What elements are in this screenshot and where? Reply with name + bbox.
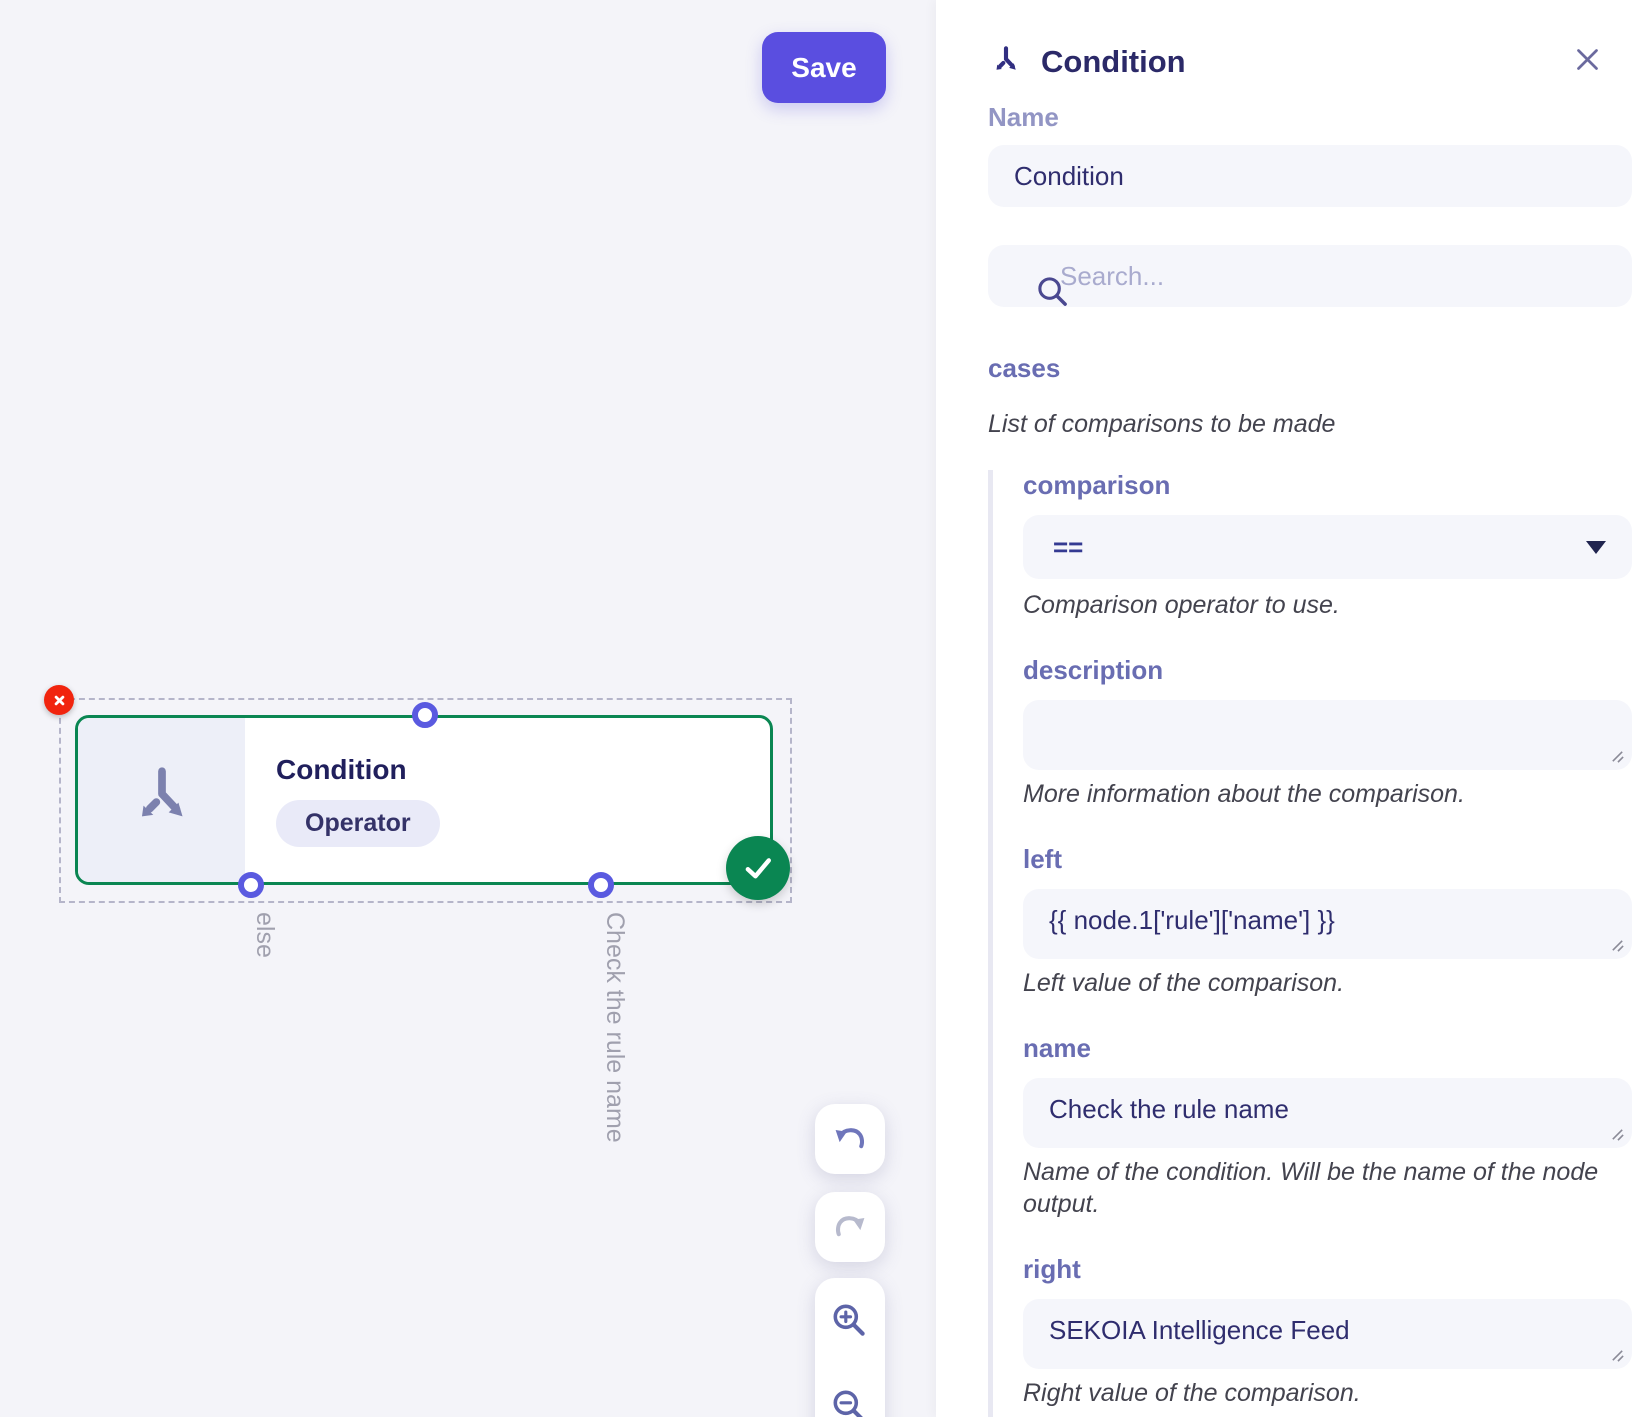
- chevron-down-icon: [1586, 541, 1606, 554]
- node-config-panel: Condition Name cases Li: [936, 0, 1647, 1417]
- comparison-help: Comparison operator to use.: [1023, 589, 1632, 621]
- close-icon: [1574, 61, 1601, 76]
- left-help: Left value of the comparison.: [1023, 967, 1632, 999]
- name-label: Name: [988, 102, 1632, 133]
- playbook-editor: Save Condition Operator: [0, 0, 1647, 1417]
- node-icon-section: [78, 718, 245, 882]
- node-title: Condition: [276, 754, 440, 786]
- resize-handle-icon[interactable]: [1610, 749, 1625, 764]
- search-input[interactable]: [988, 245, 1632, 307]
- right-value-textarea[interactable]: SEKOIA Intelligence Feed: [1023, 1299, 1632, 1369]
- case-fields-group: comparison == Comparison operator to use…: [988, 470, 1632, 1417]
- zoom-controls: [815, 1278, 885, 1417]
- case-name-help: Name of the condition. Will be the name …: [1023, 1156, 1632, 1220]
- comparison-value: ==: [1053, 532, 1083, 563]
- output-label-case: Check the rule name: [602, 912, 627, 1143]
- node-output-handle-else[interactable]: [238, 872, 264, 898]
- node-valid-check-icon: [726, 836, 790, 900]
- zoom-in-button[interactable]: [829, 1300, 871, 1342]
- condition-node[interactable]: Condition Operator: [75, 715, 773, 885]
- comparison-select[interactable]: ==: [1023, 515, 1632, 579]
- operator-badge: Operator: [276, 800, 440, 847]
- left-label: left: [1023, 844, 1632, 875]
- close-panel-button[interactable]: [1572, 46, 1602, 76]
- node-output-handle-case[interactable]: [588, 872, 614, 898]
- panel-title: Condition: [1041, 44, 1186, 80]
- resize-handle-icon[interactable]: [1610, 938, 1625, 953]
- redo-icon: [832, 1209, 868, 1245]
- case-name-label: name: [1023, 1033, 1632, 1064]
- node-input-handle[interactable]: [412, 702, 438, 728]
- workflow-canvas[interactable]: Save Condition Operator: [0, 0, 936, 1417]
- description-help: More information about the comparison.: [1023, 778, 1632, 810]
- cases-label: cases: [988, 353, 1632, 384]
- case-name-textarea[interactable]: Check the rule name: [1023, 1078, 1632, 1148]
- description-textarea[interactable]: [1023, 700, 1632, 770]
- branch-icon: [988, 44, 1024, 80]
- undo-icon: [832, 1121, 868, 1157]
- left-value-textarea[interactable]: {{ node.1['rule']['name'] }}: [1023, 889, 1632, 959]
- save-button[interactable]: Save: [762, 32, 886, 103]
- zoom-out-icon: [829, 1386, 871, 1417]
- description-label: description: [1023, 655, 1632, 686]
- branch-icon: [124, 762, 200, 838]
- zoom-out-button[interactable]: [829, 1386, 871, 1417]
- zoom-in-icon: [829, 1300, 871, 1342]
- undo-button[interactable]: [815, 1104, 885, 1174]
- comparison-label: comparison: [1023, 470, 1632, 501]
- resize-handle-icon[interactable]: [1610, 1127, 1625, 1142]
- cases-help: List of comparisons to be made: [988, 408, 1632, 440]
- output-label-else: else: [252, 912, 277, 958]
- right-help: Right value of the comparison.: [1023, 1377, 1632, 1409]
- node-name-input[interactable]: [988, 145, 1632, 207]
- right-label: right: [1023, 1254, 1632, 1285]
- delete-icon: [51, 692, 68, 709]
- redo-button[interactable]: [815, 1192, 885, 1262]
- delete-node-button[interactable]: [44, 685, 74, 715]
- resize-handle-icon[interactable]: [1610, 1348, 1625, 1363]
